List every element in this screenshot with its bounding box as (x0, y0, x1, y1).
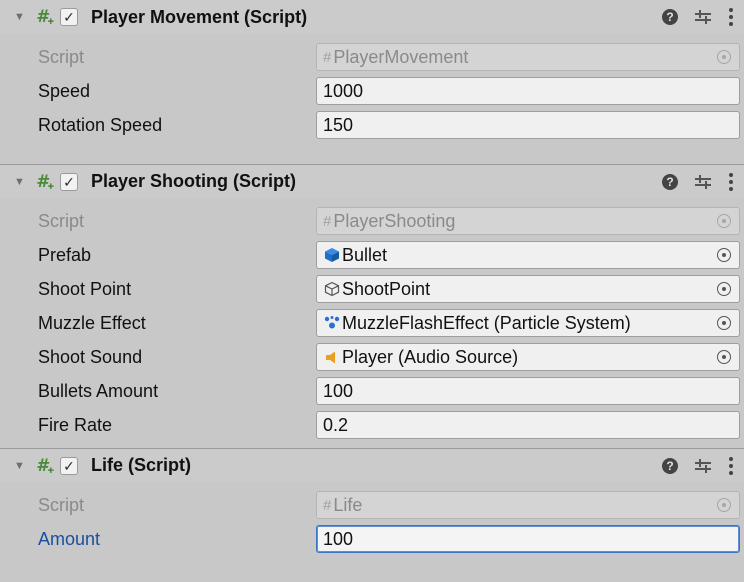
property-row-bullets-amount: Bullets Amount 100 (0, 374, 744, 408)
property-label: Muzzle Effect (38, 312, 146, 333)
script-hash-icon: # (323, 212, 332, 230)
script-hash-icon: # (323, 48, 332, 66)
property-row-amount: Amount 100 (0, 522, 744, 556)
field-value: MuzzleFlashEffect (Particle System) (342, 312, 631, 333)
amount-input[interactable]: 100 (316, 525, 740, 553)
property-label: Bullets Amount (38, 380, 159, 401)
component-header-actions: ? (662, 449, 734, 483)
fire-rate-input[interactable]: 0.2 (316, 411, 740, 439)
component-body-player-movement: Script # PlayerMovement Speed 1000 Rotat… (0, 34, 744, 164)
component-menu-icon[interactable] (728, 8, 734, 26)
property-label: Speed (38, 80, 91, 101)
particle-system-icon (323, 314, 341, 332)
property-label: Fire Rate (38, 414, 113, 435)
property-row-rotation-speed: Rotation Speed 150 (0, 108, 744, 142)
field-value: 150 (323, 114, 354, 135)
field-value: 100 (323, 528, 354, 549)
field-value: Life (333, 494, 363, 515)
field-value: 1000 (323, 80, 364, 101)
presets-icon[interactable] (694, 458, 712, 474)
property-label: Amount (38, 528, 101, 549)
prefab-cube-icon (323, 246, 341, 264)
component-title: Player Movement (Script) (91, 6, 308, 27)
property-label: Shoot Sound (38, 346, 143, 367)
object-picker-icon (717, 50, 731, 64)
script-object-field: # Life (316, 491, 740, 519)
field-value: PlayerMovement (333, 46, 469, 67)
field-value: 0.2 (323, 414, 349, 435)
component-header-actions: ? (662, 0, 734, 34)
property-row-shoot-point: Shoot Point ShootPoint (0, 272, 744, 306)
help-icon[interactable]: ? (662, 458, 678, 474)
component-enabled-checkbox[interactable]: ✓ (60, 456, 78, 475)
help-icon[interactable]: ? (662, 174, 678, 190)
gameobject-outline-cube-icon (323, 280, 341, 298)
field-value: Bullet (342, 244, 388, 265)
component-header-player-shooting[interactable]: ▼ # + ✓ Player Shooting (Script) ? (0, 164, 744, 198)
component-header-actions: ? (662, 165, 734, 199)
field-value: PlayerShooting (333, 210, 456, 231)
foldout-arrow-icon[interactable]: ▼ (14, 176, 26, 188)
component-header-life[interactable]: ▼ # + ✓ Life (Script) ? (0, 448, 744, 482)
shoot-sound-object-field[interactable]: Player (Audio Source) (316, 343, 740, 371)
property-label: Script (38, 46, 85, 67)
component-enabled-checkbox[interactable]: ✓ (60, 8, 78, 26)
object-picker-icon[interactable] (717, 248, 731, 262)
property-row-script: Script # PlayerMovement (0, 40, 744, 74)
foldout-arrow-icon[interactable]: ▼ (14, 11, 26, 23)
property-row-speed: Speed 1000 (0, 74, 744, 108)
property-row-shoot-sound: Shoot Sound Player (Audio Source) (0, 340, 744, 374)
object-picker-icon[interactable] (717, 316, 731, 330)
prefab-object-field[interactable]: Bullet (316, 241, 740, 269)
property-row-muzzle-effect: Muzzle Effect MuzzleFlashEffect (Particl… (0, 306, 744, 340)
presets-icon[interactable] (694, 9, 712, 25)
inspector-panel: ▼ # + ✓ Player Movement (Script) ? Script… (0, 0, 744, 562)
help-icon[interactable]: ? (662, 9, 678, 25)
presets-icon[interactable] (694, 174, 712, 190)
foldout-arrow-icon[interactable]: ▼ (14, 460, 26, 472)
property-row-script: Script # PlayerShooting (0, 204, 744, 238)
property-label: Rotation Speed (38, 114, 163, 135)
object-picker-icon[interactable] (717, 282, 731, 296)
component-menu-icon[interactable] (728, 457, 734, 475)
bullets-amount-input[interactable]: 100 (316, 377, 740, 405)
script-component-icon: # + (36, 171, 54, 193)
muzzle-effect-object-field[interactable]: MuzzleFlashEffect (Particle System) (316, 309, 740, 337)
component-header-player-movement[interactable]: ▼ # + ✓ Player Movement (Script) ? (0, 0, 744, 34)
script-hash-icon: # (323, 496, 332, 514)
object-picker-icon (717, 214, 731, 228)
script-component-icon: # + (36, 7, 54, 28)
property-label: Prefab (38, 244, 92, 265)
property-label: Script (38, 494, 85, 515)
rotation-speed-input[interactable]: 150 (316, 111, 740, 139)
object-picker-icon[interactable] (717, 350, 731, 364)
component-title: Life (Script) (91, 455, 192, 475)
property-row-script: Script # Life (0, 488, 744, 522)
field-value: Player (Audio Source) (342, 346, 519, 367)
property-label: Script (38, 210, 85, 231)
script-object-field: # PlayerShooting (316, 207, 740, 235)
object-picker-icon (717, 498, 731, 512)
shoot-point-object-field[interactable]: ShootPoint (316, 275, 740, 303)
property-row-fire-rate: Fire Rate 0.2 (0, 408, 744, 442)
audio-source-icon (323, 348, 341, 366)
component-enabled-checkbox[interactable]: ✓ (60, 172, 78, 191)
property-row-prefab: Prefab Bullet (0, 238, 744, 272)
field-value: ShootPoint (342, 278, 431, 299)
speed-input[interactable]: 1000 (316, 77, 740, 105)
component-title: Player Shooting (Script) (91, 171, 297, 191)
component-body-life: Script # Life Amount 100 (0, 482, 744, 562)
component-menu-icon[interactable] (728, 173, 734, 191)
property-label: Shoot Point (38, 278, 132, 299)
script-component-icon: # + (36, 455, 54, 477)
component-body-player-shooting: Script # PlayerShooting Prefab Bullet Sh… (0, 198, 744, 448)
script-object-field: # PlayerMovement (316, 43, 740, 71)
field-value: 100 (323, 380, 354, 401)
